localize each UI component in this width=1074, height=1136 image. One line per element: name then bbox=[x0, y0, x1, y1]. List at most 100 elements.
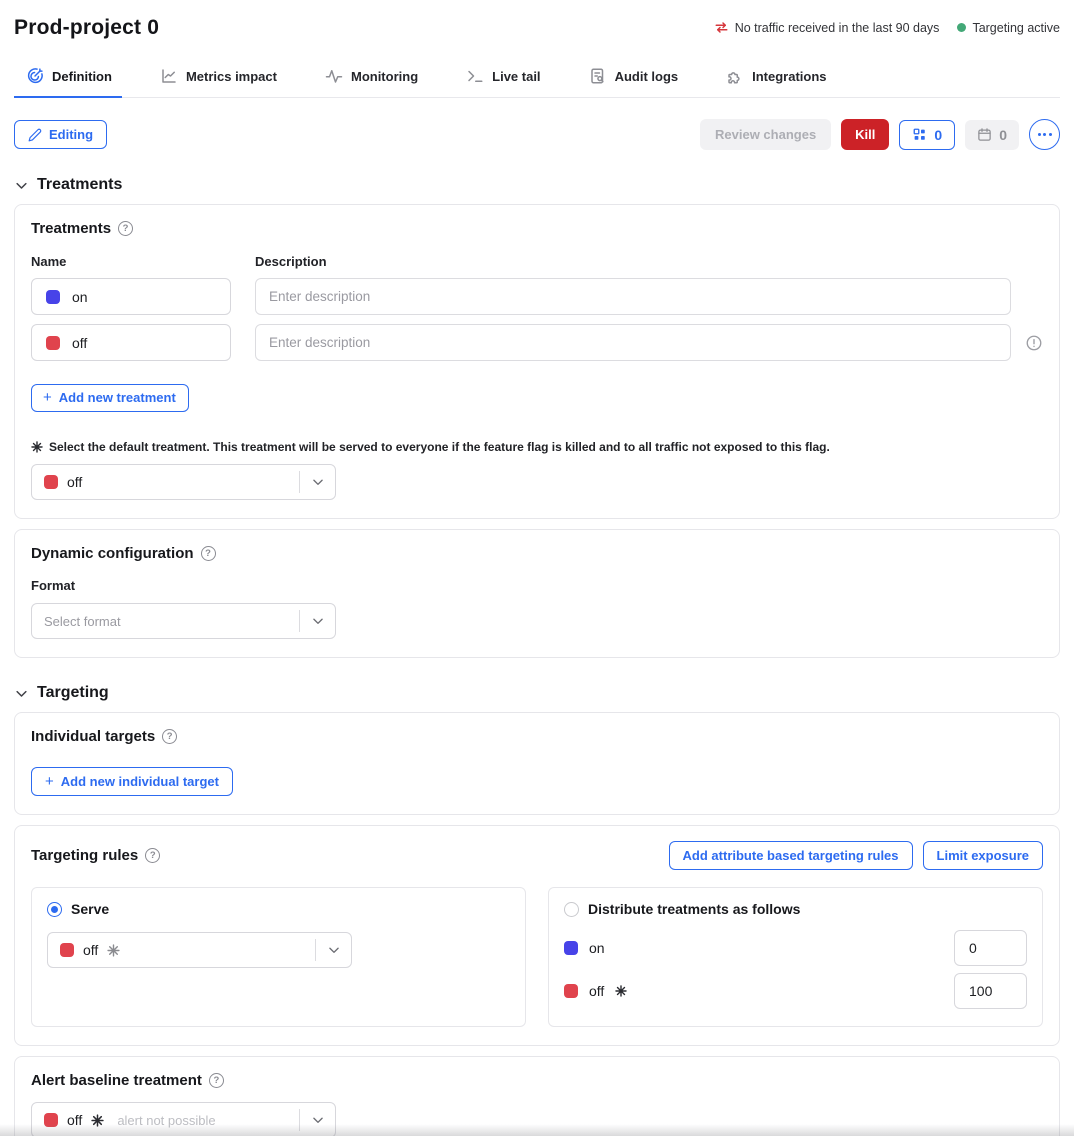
traffic-status-text: No traffic received in the last 90 days bbox=[735, 21, 940, 35]
asterisk-icon bbox=[31, 441, 43, 453]
grid-icon bbox=[912, 127, 927, 142]
help-icon[interactable] bbox=[162, 729, 177, 744]
treatment-name-field[interactable]: off bbox=[31, 324, 231, 361]
help-icon[interactable] bbox=[145, 848, 160, 863]
plus-icon: + bbox=[45, 774, 54, 789]
name-column-label: Name bbox=[31, 254, 255, 269]
swap-arrows-icon bbox=[714, 20, 729, 35]
serve-radio[interactable] bbox=[47, 902, 62, 917]
treatment-color-swatch-blue bbox=[46, 290, 60, 304]
bottom-edge-shadow bbox=[0, 1124, 1074, 1136]
target-icon bbox=[26, 67, 44, 85]
versions-button[interactable]: 0 bbox=[899, 120, 955, 150]
treatments-card-title-row: Treatments bbox=[31, 220, 1043, 237]
tab-monitoring[interactable]: Monitoring bbox=[321, 67, 422, 97]
feature-flag-page: Prod-project 0 No traffic received in th… bbox=[0, 0, 1074, 1136]
format-label: Format bbox=[31, 578, 1043, 593]
chevron-down-icon bbox=[316, 943, 351, 957]
tab-label: Integrations bbox=[752, 69, 826, 84]
distribute-label: Distribute treatments as follows bbox=[588, 901, 800, 917]
green-dot-icon bbox=[957, 23, 966, 32]
kill-button[interactable]: Kill bbox=[841, 119, 889, 150]
chart-icon bbox=[160, 67, 178, 85]
puzzle-icon bbox=[726, 67, 744, 85]
tab-label: Monitoring bbox=[351, 69, 418, 84]
chevron-down-icon bbox=[300, 614, 335, 628]
distribute-percentage-input[interactable] bbox=[954, 930, 1027, 966]
distribute-row: on bbox=[564, 930, 1027, 966]
serve-treatment-value: off bbox=[83, 942, 98, 958]
targeting-rules-card: Targeting rules Add attribute based targ… bbox=[14, 825, 1060, 1046]
tab-label: Definition bbox=[52, 69, 112, 84]
treatment-name: off bbox=[72, 335, 87, 351]
status-group: No traffic received in the last 90 days … bbox=[714, 20, 1060, 35]
asterisk-icon bbox=[615, 985, 627, 997]
limit-exposure-button[interactable]: Limit exposure bbox=[923, 841, 1043, 870]
calendar-icon bbox=[977, 127, 992, 142]
format-select[interactable]: Select format bbox=[31, 603, 336, 639]
tab-integrations[interactable]: Integrations bbox=[722, 67, 830, 97]
individual-targets-title: Individual targets bbox=[31, 728, 155, 745]
pencil-icon bbox=[28, 128, 42, 142]
tab-audit-logs[interactable]: Audit logs bbox=[585, 67, 683, 97]
treatment-color-swatch-red bbox=[60, 943, 74, 957]
treatment-color-swatch-red bbox=[46, 336, 60, 350]
help-icon[interactable] bbox=[118, 221, 133, 236]
toolbar-right: Review changes Kill 0 bbox=[700, 119, 1060, 150]
targeting-rules-title: Targeting rules bbox=[31, 847, 138, 864]
treatment-row: on bbox=[31, 278, 1043, 315]
treatment-color-swatch-blue bbox=[564, 941, 578, 955]
versions-count: 0 bbox=[934, 127, 942, 143]
distribute-treatment-name: off bbox=[589, 983, 604, 999]
add-individual-target-label: Add new individual target bbox=[61, 774, 219, 789]
editing-label: Editing bbox=[49, 127, 93, 142]
page-title: Prod-project 0 bbox=[14, 16, 159, 40]
tab-label: Live tail bbox=[492, 69, 540, 84]
default-treatment-select[interactable]: off bbox=[31, 464, 336, 500]
schedule-button[interactable]: 0 bbox=[965, 120, 1019, 150]
distribute-percentage-input[interactable] bbox=[954, 973, 1027, 1009]
chevron-down-icon bbox=[14, 178, 29, 193]
add-new-treatment-button[interactable]: + Add new treatment bbox=[31, 384, 189, 412]
treatment-description-input[interactable] bbox=[255, 324, 1011, 361]
treatment-name-field[interactable]: on bbox=[31, 278, 231, 315]
warning-circle-icon bbox=[1011, 334, 1043, 352]
more-options-button[interactable] bbox=[1029, 119, 1060, 150]
help-icon[interactable] bbox=[209, 1073, 224, 1088]
targeting-section-header[interactable]: Targeting bbox=[14, 684, 1060, 702]
plus-icon: + bbox=[43, 390, 52, 405]
dynamic-configuration-title: Dynamic configuration bbox=[31, 545, 194, 562]
tab-metrics-impact[interactable]: Metrics impact bbox=[156, 67, 281, 97]
description-column-label: Description bbox=[255, 254, 327, 269]
help-icon[interactable] bbox=[201, 546, 216, 561]
serve-panel: Serve off bbox=[31, 887, 526, 1027]
dynamic-configuration-card: Dynamic configuration Format Select form… bbox=[14, 529, 1060, 658]
editing-button[interactable]: Editing bbox=[14, 120, 107, 149]
tab-label: Audit logs bbox=[615, 69, 679, 84]
treatments-section-header[interactable]: Treatments bbox=[14, 176, 1060, 194]
targeting-status-text: Targeting active bbox=[972, 21, 1060, 35]
distribute-row: off bbox=[564, 973, 1027, 1009]
treatments-column-labels: Name Description bbox=[31, 254, 1043, 269]
treatment-color-swatch-red bbox=[564, 984, 578, 998]
individual-targets-card: Individual targets + Add new individual … bbox=[14, 712, 1060, 815]
default-treatment-note: Select the default treatment. This treat… bbox=[31, 440, 1043, 454]
serve-treatment-select[interactable]: off bbox=[47, 932, 352, 968]
add-individual-target-button[interactable]: + Add new individual target bbox=[31, 767, 233, 796]
review-changes-button[interactable]: Review changes bbox=[700, 119, 831, 150]
traffic-status: No traffic received in the last 90 days bbox=[714, 20, 940, 35]
targeting-status: Targeting active bbox=[957, 21, 1060, 35]
alert-baseline-title: Alert baseline treatment bbox=[31, 1072, 202, 1089]
treatments-section-title: Treatments bbox=[37, 176, 122, 194]
tab-definition[interactable]: Definition bbox=[22, 67, 116, 97]
distribute-panel: Distribute treatments as follows on off bbox=[548, 887, 1043, 1027]
treatment-description-input[interactable] bbox=[255, 278, 1011, 315]
distribute-radio[interactable] bbox=[564, 902, 579, 917]
treatments-card: Treatments Name Description on off bbox=[14, 204, 1060, 519]
default-treatment-note-text: Select the default treatment. This treat… bbox=[49, 440, 830, 454]
add-attribute-rules-button[interactable]: Add attribute based targeting rules bbox=[669, 841, 913, 870]
tab-live-tail[interactable]: Live tail bbox=[462, 67, 544, 97]
add-new-treatment-label: Add new treatment bbox=[59, 390, 176, 405]
chevron-down-icon bbox=[14, 686, 29, 701]
tab-label: Metrics impact bbox=[186, 69, 277, 84]
